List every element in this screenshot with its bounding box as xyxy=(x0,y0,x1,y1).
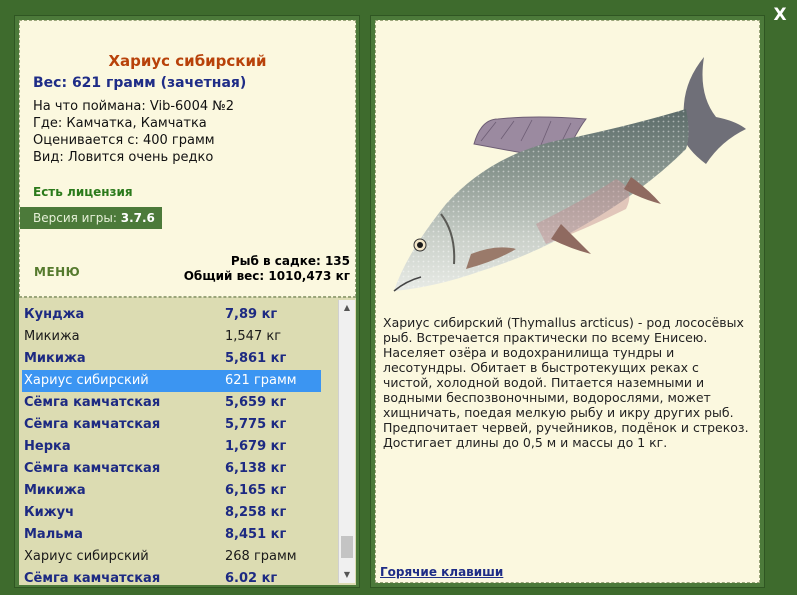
rarity-info: Вид: Ловится очень редко xyxy=(33,150,214,165)
catch-list-row[interactable]: Микижа 5,861 кг xyxy=(22,348,321,370)
location-info: Где: Камчатка, Камчатка xyxy=(33,116,207,131)
hotkeys-link[interactable]: Горячие клавиши xyxy=(380,565,503,579)
valuation-info: Оценивается с: 400 грамм xyxy=(33,133,215,148)
catch-fish-weight: 5,861 кг xyxy=(225,351,287,366)
bait-info: На что поймана: Vib-6004 №2 xyxy=(33,99,235,114)
catch-list-row[interactable]: Сёмга камчатская 6,138 кг xyxy=(22,458,321,480)
fish-count: Рыб в садке: 135 xyxy=(230,254,350,268)
fish-title: Хариус сибирский xyxy=(108,52,267,70)
list-scrollbar[interactable]: ▲ ▼ xyxy=(338,300,355,583)
scroll-up-icon[interactable]: ▲ xyxy=(339,300,355,316)
keepnet-stats: Рыб в садке: 135 Общий вес: 1010,473 кг xyxy=(184,254,350,284)
catch-fish-name: Сёмга камчатская xyxy=(24,461,161,476)
catch-list[interactable]: Кунджа 7,89 кг Микижа 1,547 кг Микижа 5,861 к… xyxy=(19,297,356,585)
catch-fish-name: Хариус сибирский xyxy=(24,549,149,564)
catch-fish-weight: 8,451 кг xyxy=(225,527,287,542)
fish-info-box: Хариус сибирский Вес: 621 грамм (зачетна… xyxy=(19,20,356,297)
catch-fish-name: Микижа xyxy=(24,329,80,344)
total-weight: Общий вес: 1010,473 кг xyxy=(183,269,350,283)
catch-list-row[interactable]: Мальма 8,451 кг xyxy=(22,524,321,546)
catch-fish-weight: 5,775 кг xyxy=(225,417,287,432)
catch-fish-name: Мальма xyxy=(24,527,83,542)
catch-fish-weight: 621 грамм xyxy=(225,373,297,388)
fish-picture xyxy=(393,57,746,292)
catch-fish-name: Микижа xyxy=(24,483,86,498)
catch-fish-name: Хариус сибирский xyxy=(24,373,149,388)
catch-list-row[interactable]: Сёмга камчатская 5,775 кг xyxy=(22,414,321,436)
scroll-down-icon[interactable]: ▼ xyxy=(339,567,355,583)
version-value: 3.7.6 xyxy=(120,211,155,225)
catch-fish-name: Кижуч xyxy=(24,505,75,520)
description-panel: Хариус сибирский (Thymallus arcticus) - … xyxy=(370,15,765,588)
fish-description: Хариус сибирский (Thymallus arcticus) - … xyxy=(383,315,749,450)
catch-fish-name: Сёмга камчатская xyxy=(24,417,161,432)
catch-fish-weight: 1,679 кг xyxy=(225,439,287,454)
catch-fish-name: Кунджа xyxy=(24,307,85,322)
catch-list-row[interactable]: Хариус сибирский 268 грамм xyxy=(22,546,321,568)
close-button[interactable]: X xyxy=(769,4,791,26)
catch-fish-weight: 6.02 кг xyxy=(225,571,278,585)
version-bar: Версия игры: 3.7.6 xyxy=(20,207,162,229)
catch-list-row[interactable]: Кунджа 7,89 кг xyxy=(22,304,321,326)
catch-list-row[interactable]: Сёмга камчатская 6.02 кг xyxy=(22,568,321,585)
catch-fish-weight: 7,89 кг xyxy=(225,307,278,322)
menu-button[interactable]: МЕНЮ xyxy=(34,265,80,279)
catch-list-row[interactable]: Кижуч 8,258 кг xyxy=(22,502,321,524)
catch-fish-name: Сёмга камчатская xyxy=(24,571,161,585)
scroll-thumb[interactable] xyxy=(341,536,353,558)
fish-weight: Вес: 621 грамм (зачетная) xyxy=(33,75,247,91)
license-status: Есть лицензия xyxy=(33,185,133,199)
catch-fish-name: Сёмга камчатская xyxy=(24,395,161,410)
fish-info-panel: Хариус сибирский Вес: 621 грамм (зачетна… xyxy=(14,15,360,588)
catch-fish-weight: 6,165 кг xyxy=(225,483,287,498)
catch-fish-weight: 1,547 кг xyxy=(225,329,282,344)
catch-fish-weight: 268 грамм xyxy=(225,549,297,564)
catch-list-row[interactable]: Микижа 1,547 кг xyxy=(22,326,321,348)
catch-fish-weight: 8,258 кг xyxy=(225,505,287,520)
catch-fish-name: Нерка xyxy=(24,439,71,454)
catch-list-row[interactable]: Нерка 1,679 кг xyxy=(22,436,321,458)
catch-fish-name: Микижа xyxy=(24,351,86,366)
version-label: Версия игры: xyxy=(33,211,117,225)
catch-fish-weight: 6,138 кг xyxy=(225,461,287,476)
catch-list-row[interactable]: Хариус сибирский 621 грамм xyxy=(22,370,321,392)
description-box: Хариус сибирский (Thymallus arcticus) - … xyxy=(375,20,760,583)
catch-list-row[interactable]: Микижа 6,165 кг xyxy=(22,480,321,502)
catch-fish-weight: 5,659 кг xyxy=(225,395,287,410)
catch-list-row[interactable]: Сёмга камчатская 5,659 кг xyxy=(22,392,321,414)
